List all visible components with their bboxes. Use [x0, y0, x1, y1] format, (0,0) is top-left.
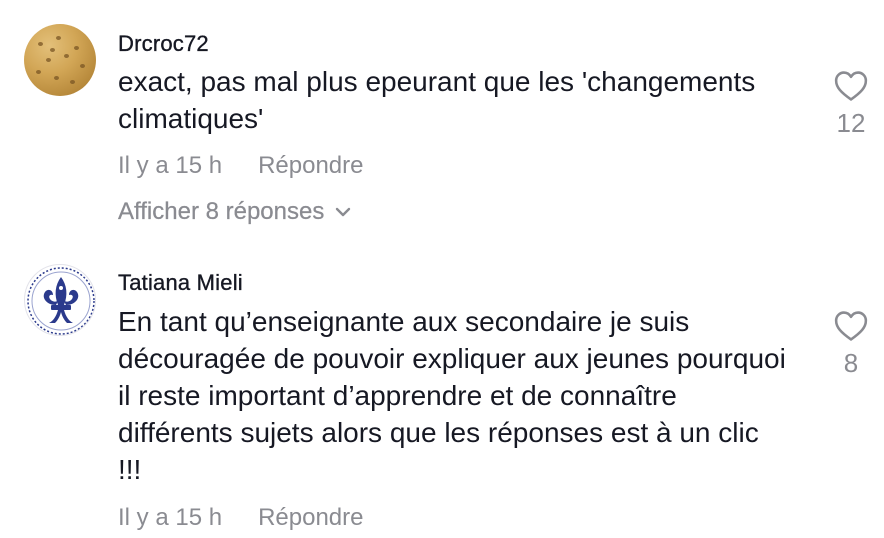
- comment-timestamp: Il y a 15 h: [118, 504, 223, 531]
- comment-username[interactable]: Tatiana Mieli: [118, 270, 243, 296]
- user-avatar[interactable]: [24, 264, 96, 336]
- comment-text: En tant qu’enseignante aux secondaire je…: [118, 306, 786, 485]
- like-button[interactable]: 8: [821, 310, 881, 379]
- fleur-de-lis-icon: [27, 267, 95, 335]
- comment-item: Tatiana Mieli En tant qu’enseignante aux…: [0, 0, 884, 538]
- like-count: 8: [843, 348, 859, 378]
- comment-meta: Il y a 15 h Répondre: [118, 504, 363, 532]
- reply-button[interactable]: Répondre: [258, 504, 363, 532]
- heart-icon: [834, 311, 868, 341]
